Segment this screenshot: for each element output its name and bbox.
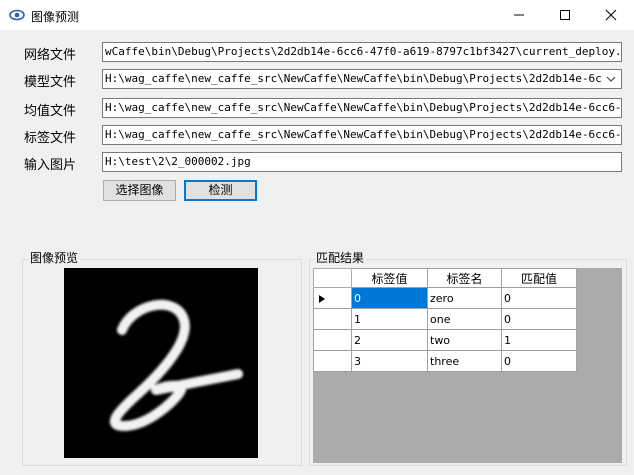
table-cell[interactable]: 0	[501, 350, 577, 372]
table-cell[interactable]: 2	[351, 329, 428, 351]
label-file-label: 标签文件	[24, 131, 77, 146]
detect-button[interactable]: 检测	[184, 180, 257, 201]
table-cell[interactable]: 3	[351, 350, 428, 372]
minimize-icon	[514, 14, 524, 16]
row-header[interactable]	[313, 329, 352, 351]
column-header-label-name[interactable]: 标签名	[427, 268, 502, 288]
preview-image	[64, 268, 258, 458]
digit-image	[110, 299, 243, 431]
label-file-field[interactable]: H:\wag_caffe\new_caffe_src\NewCaffe\NewC…	[102, 125, 622, 145]
preview-group-title: 图像预览	[28, 249, 81, 266]
table-cell[interactable]: three	[427, 350, 502, 372]
close-icon	[605, 9, 617, 21]
row-header[interactable]	[313, 308, 352, 330]
maximize-button[interactable]	[542, 0, 588, 30]
maximize-icon	[560, 10, 570, 20]
table-row[interactable]: 0 zero 0	[313, 287, 577, 309]
results-table: 标签值 标签名 匹配值 0 zero 0 1 one 0 2 two 1 3 t…	[313, 268, 577, 372]
model-file-label: 模型文件	[24, 75, 77, 90]
minimize-button[interactable]	[496, 0, 542, 30]
model-file-value: H:\wag_caffe\new_caffe_src\NewCaffe\NewC…	[105, 72, 601, 85]
network-file-field[interactable]: wCaffe\bin\Debug\Projects\2d2db14e-6cc6-…	[102, 42, 622, 62]
row-header[interactable]	[313, 350, 352, 372]
model-file-combobox[interactable]: H:\wag_caffe\new_caffe_src\NewCaffe\NewC…	[102, 69, 622, 89]
table-header-row: 标签值 标签名 匹配值	[313, 268, 577, 288]
close-button[interactable]	[588, 0, 634, 30]
eye-icon	[9, 9, 25, 21]
results-grid[interactable]: 标签值 标签名 匹配值 0 zero 0 1 one 0 2 two 1 3 t…	[313, 268, 622, 463]
table-cell[interactable]: one	[427, 308, 502, 330]
column-header-label-value[interactable]: 标签值	[351, 268, 428, 288]
select-image-button[interactable]: 选择图像	[103, 180, 176, 201]
table-cell[interactable]: 0	[351, 287, 428, 309]
results-group-title: 匹配结果	[314, 249, 367, 266]
window-title: 图像预测	[31, 10, 80, 24]
row-header-corner	[313, 268, 352, 288]
row-header[interactable]	[313, 287, 352, 309]
current-row-arrow-icon	[319, 295, 325, 303]
chevron-down-icon[interactable]	[604, 72, 618, 86]
input-image-label: 输入图片	[24, 158, 77, 173]
table-cell[interactable]: two	[427, 329, 502, 351]
table-row[interactable]: 3 three 0	[313, 350, 577, 372]
network-file-label: 网络文件	[24, 48, 77, 63]
table-cell[interactable]: 1	[351, 308, 428, 330]
table-cell[interactable]: 1	[501, 329, 577, 351]
mean-file-label: 均值文件	[24, 104, 77, 119]
title-bar: 图像预测	[0, 0, 634, 30]
table-row[interactable]: 1 one 0	[313, 308, 577, 330]
table-row[interactable]: 2 two 1	[313, 329, 577, 351]
table-cell[interactable]: zero	[427, 287, 502, 309]
column-header-match-value[interactable]: 匹配值	[501, 268, 577, 288]
input-image-field[interactable]: H:\test\2\2_000002.jpg	[102, 152, 622, 172]
table-cell[interactable]: 0	[501, 287, 577, 309]
mean-file-field[interactable]: H:\wag_caffe\new_caffe_src\NewCaffe\NewC…	[102, 98, 622, 118]
table-cell[interactable]: 0	[501, 308, 577, 330]
